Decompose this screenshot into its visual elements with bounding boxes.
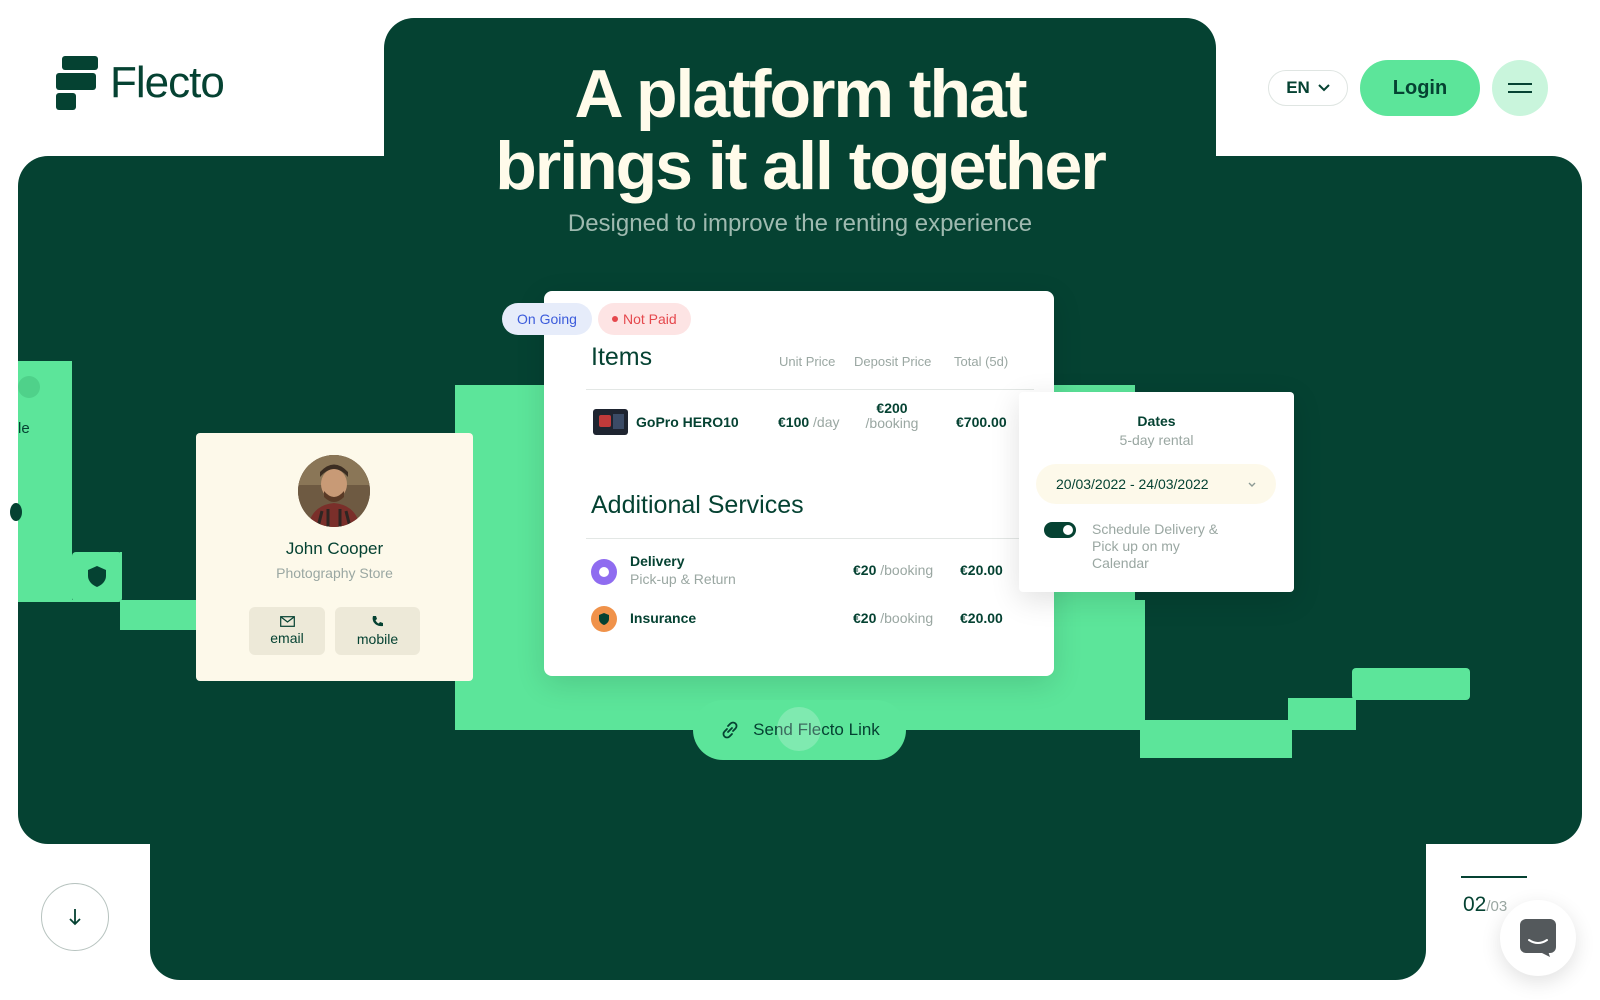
service-price-suffix: /booking bbox=[880, 610, 934, 626]
status-badge-ongoing: On Going bbox=[502, 303, 592, 335]
schedule-label-line: Pick up on my bbox=[1092, 538, 1180, 554]
services-heading: Additional Services bbox=[591, 491, 804, 519]
item-deposit-suffix: /booking bbox=[865, 415, 919, 431]
mail-icon bbox=[279, 616, 295, 627]
service-total: €20.00 bbox=[960, 610, 1003, 626]
login-button[interactable]: Login bbox=[1360, 60, 1480, 116]
schedule-label-line: Schedule Delivery & bbox=[1092, 521, 1219, 537]
decor-block bbox=[1352, 668, 1470, 700]
column-header-deposit: Deposit Price bbox=[854, 354, 932, 369]
dates-heading: Dates bbox=[1137, 413, 1176, 429]
service-detail: Pick-up & Return bbox=[630, 571, 736, 587]
date-range-value: 20/03/2022 - 24/03/2022 bbox=[1056, 476, 1209, 492]
arrow-down-icon bbox=[69, 909, 81, 926]
link-icon bbox=[722, 721, 738, 739]
delivery-icon-inner bbox=[599, 567, 609, 577]
item-deposit: €200 /booking bbox=[862, 401, 922, 431]
service-row[interactable]: Insurance €20 /booking €20.00 bbox=[544, 603, 1054, 643]
schedule-toggle[interactable] bbox=[1044, 522, 1076, 538]
menu-icon bbox=[1508, 83, 1532, 85]
side-fragment-dot bbox=[18, 376, 40, 398]
item-unit-price: €100 /day bbox=[778, 414, 840, 430]
scroll-down-button[interactable] bbox=[41, 883, 109, 951]
profile-name: John Cooper bbox=[285, 539, 384, 558]
product-thumbnail-screen bbox=[613, 414, 624, 429]
status-badge-payment: Not Paid bbox=[598, 303, 691, 335]
shield-icon bbox=[86, 564, 108, 588]
pagination-line bbox=[1461, 876, 1527, 878]
language-label: EN bbox=[1286, 78, 1310, 97]
dates-duration: 5-day rental bbox=[1119, 432, 1194, 448]
dates-card: Dates 5-day rental 20/03/2022 - 24/03/20… bbox=[1019, 392, 1294, 592]
divider bbox=[586, 538, 1034, 539]
item-unit-price-value: €100 bbox=[778, 414, 810, 430]
item-name: GoPro HERO10 bbox=[636, 414, 739, 430]
hero-title: A platform that brings it all together bbox=[400, 58, 1200, 202]
mobile-button[interactable]: mobile bbox=[335, 607, 420, 655]
pagination-total: /03 bbox=[1486, 898, 1508, 915]
column-header-unit-price: Unit Price bbox=[779, 354, 836, 369]
profile-store: Photography Store bbox=[276, 565, 393, 581]
page: le Flecto EN Login A platform that bring… bbox=[0, 0, 1600, 1000]
hero-subtitle: Designed to improve the renting experien… bbox=[567, 210, 1033, 237]
service-name: Insurance bbox=[630, 610, 697, 626]
status-dot bbox=[612, 316, 618, 322]
top-strip bbox=[384, 0, 1216, 18]
decor-block bbox=[1140, 720, 1292, 758]
brand-logo[interactable]: Flecto bbox=[56, 56, 225, 110]
item-deposit-value: €200 bbox=[876, 400, 908, 416]
service-name: Delivery bbox=[630, 553, 685, 569]
service-row[interactable]: Delivery Pick-up & Return €20 /booking €… bbox=[544, 553, 1054, 593]
hero-title-line: brings it all together bbox=[495, 128, 1107, 204]
item-unit-price-suffix: /day bbox=[813, 414, 840, 430]
decor-block bbox=[120, 600, 200, 630]
cursor-indicator bbox=[777, 707, 821, 751]
chevron-down-icon bbox=[1248, 482, 1256, 487]
menu-icon-line bbox=[1508, 91, 1532, 93]
shield-icon bbox=[591, 606, 617, 632]
date-range-select[interactable]: 20/03/2022 - 24/03/2022 bbox=[1036, 464, 1276, 504]
pagination: 02/03 bbox=[1463, 893, 1507, 917]
pagination-current: 02 bbox=[1463, 893, 1487, 916]
brand-name: Flecto bbox=[110, 58, 225, 107]
chat-icon bbox=[1520, 919, 1556, 957]
status-label: Not Paid bbox=[623, 311, 677, 327]
language-select[interactable]: EN bbox=[1268, 70, 1348, 106]
items-heading: Items bbox=[591, 343, 653, 371]
item-total: €700.00 bbox=[956, 414, 1007, 430]
email-label: email bbox=[270, 630, 304, 646]
service-price-suffix: /booking bbox=[880, 562, 934, 578]
product-thumbnail-lens bbox=[599, 415, 611, 427]
table-row[interactable]: GoPro HERO10 €100 /day €200 /booking €70… bbox=[544, 399, 1054, 443]
delivery-icon bbox=[591, 559, 617, 585]
service-price: €20 /booking bbox=[853, 610, 933, 626]
hero-title-line: A platform that bbox=[574, 56, 1027, 132]
service-price-value: €20 bbox=[853, 610, 877, 626]
toggle-knob bbox=[1063, 525, 1073, 535]
profile-card: John Cooper Photography Store email mobi… bbox=[196, 433, 473, 681]
side-fragment-dot bbox=[10, 503, 22, 521]
decor-block bbox=[1288, 698, 1356, 730]
divider bbox=[586, 389, 1034, 390]
hero-bottom-panel bbox=[150, 800, 1426, 980]
service-price: €20 /booking bbox=[853, 562, 933, 578]
chat-button[interactable] bbox=[1500, 900, 1576, 976]
menu-button[interactable] bbox=[1492, 60, 1548, 116]
email-button[interactable]: email bbox=[249, 607, 325, 655]
service-price-value: €20 bbox=[853, 562, 877, 578]
phone-icon bbox=[372, 616, 383, 627]
order-card: Items Unit Price Deposit Price Total (5d… bbox=[544, 291, 1054, 676]
decor-block bbox=[1135, 600, 1145, 730]
side-fragment-text: le bbox=[18, 420, 30, 437]
product-thumbnail bbox=[593, 409, 628, 435]
chevron-down-icon bbox=[1318, 84, 1330, 92]
schedule-label-line: Calendar bbox=[1092, 555, 1149, 571]
avatar bbox=[298, 455, 370, 527]
column-header-total: Total (5d) bbox=[954, 354, 1009, 369]
service-total: €20.00 bbox=[960, 562, 1003, 578]
logo-icon bbox=[56, 56, 98, 110]
mobile-label: mobile bbox=[356, 631, 399, 647]
schedule-label: Schedule Delivery & Pick up on my Calend… bbox=[1092, 521, 1218, 572]
